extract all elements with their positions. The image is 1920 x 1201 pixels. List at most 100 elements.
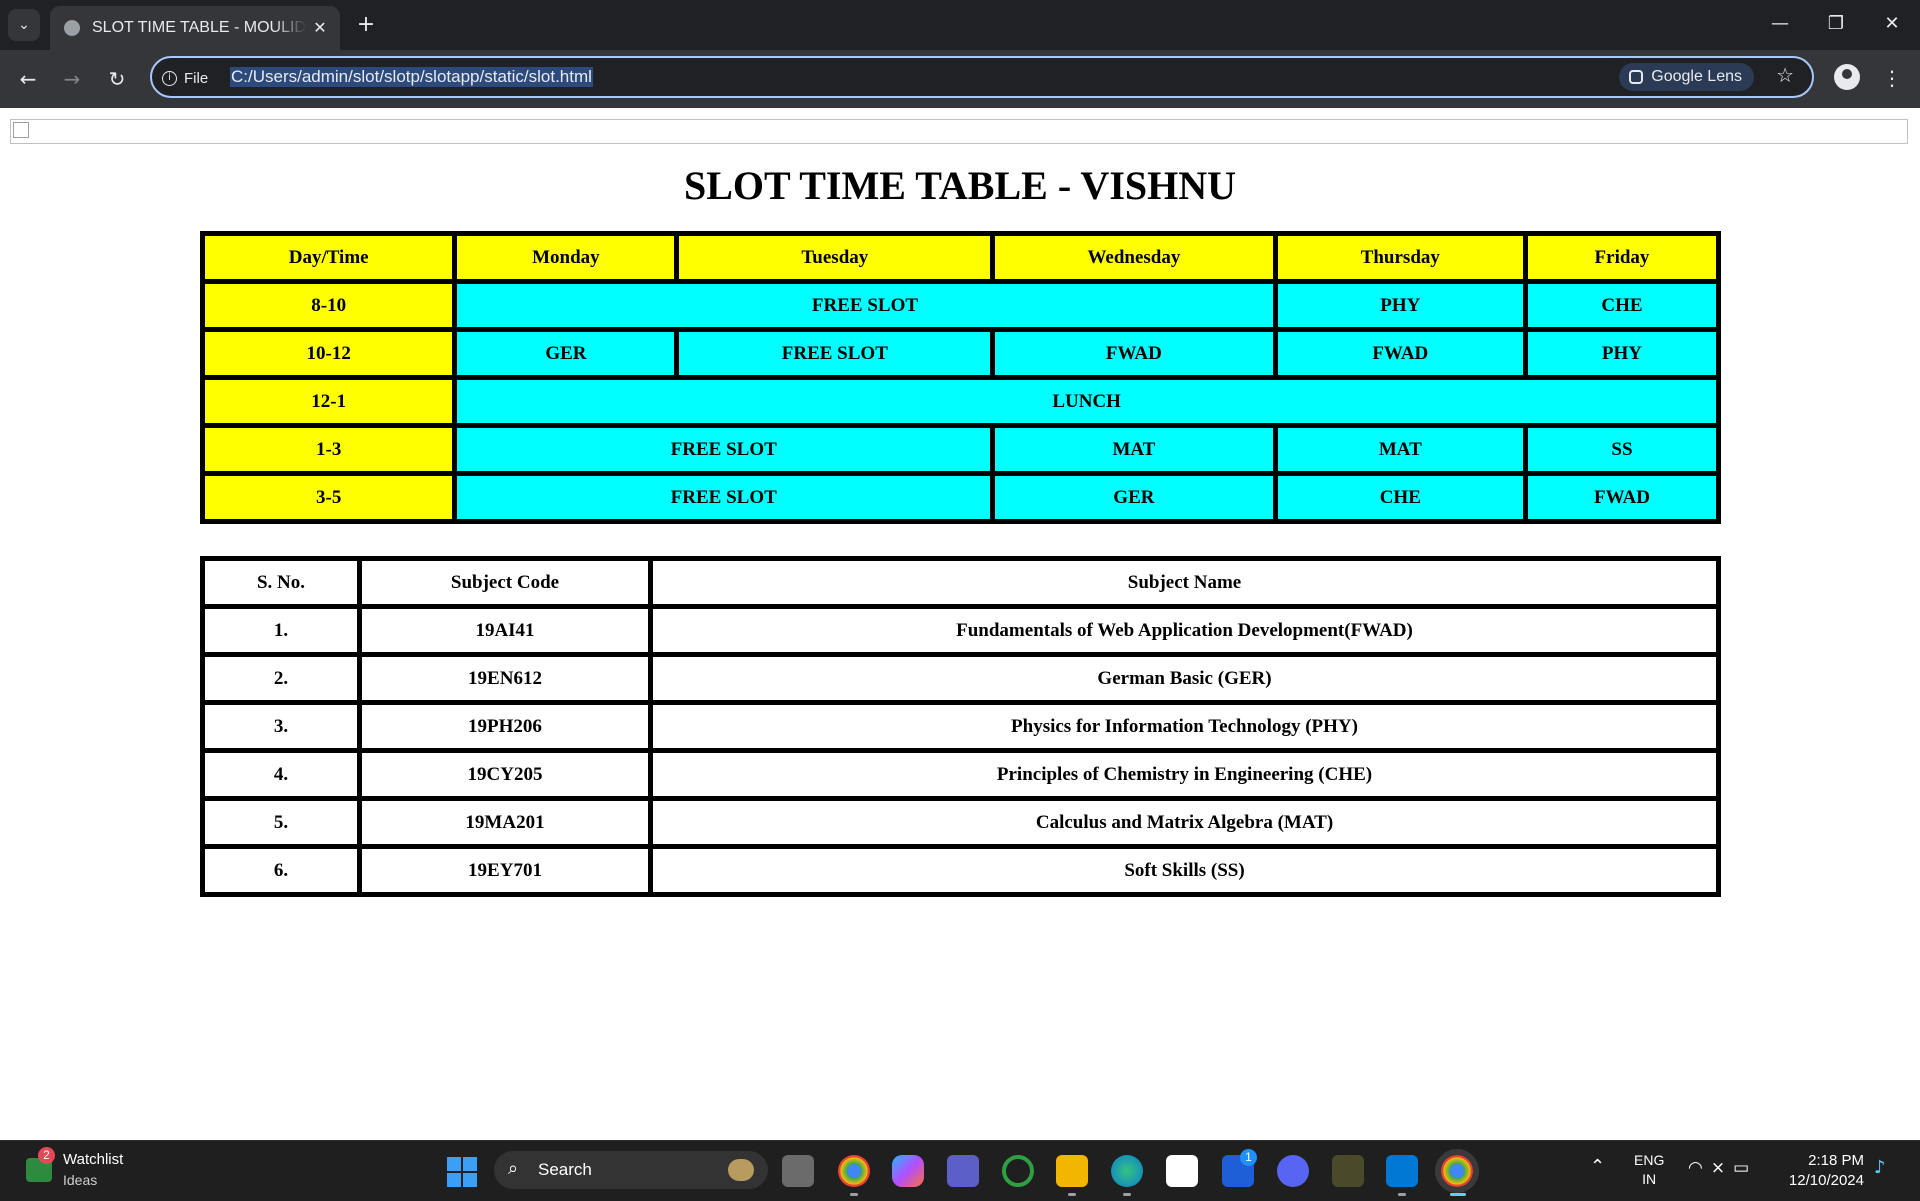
active-indicator: [1450, 1193, 1466, 1196]
subject-name-cell: Principles of Chemistry in Engineering (…: [653, 753, 1716, 796]
subject-code-cell: 19AI41: [362, 609, 648, 652]
google-lens-button[interactable]: Google Lens: [1619, 63, 1754, 91]
file-explorer-icon[interactable]: [1056, 1155, 1088, 1187]
header-day-time: Day/Time: [205, 236, 453, 279]
slot-cell: CHE: [1527, 284, 1716, 327]
header-subject-code: Subject Code: [362, 561, 648, 604]
subjects-table: S. No. Subject Code Subject Name 1. 19AI…: [200, 556, 1721, 897]
profile-avatar-icon[interactable]: [1834, 64, 1860, 90]
language-code: ENG: [1634, 1152, 1665, 1168]
timetable-row: 3-5 FREE SLOT GER CHE FWAD: [205, 476, 1716, 519]
lens-icon: [1629, 70, 1644, 84]
new-tab-button[interactable]: +: [352, 12, 380, 40]
google-lens-label: Google Lens: [1651, 68, 1742, 85]
restore-icon[interactable]: ❐: [1808, 0, 1864, 50]
header-tuesday: Tuesday: [679, 236, 991, 279]
clock-time: 2:18 PM: [1808, 1152, 1864, 1169]
subject-code-cell: 19PH206: [362, 705, 648, 748]
chrome-icon[interactable]: [838, 1155, 870, 1187]
edge-icon[interactable]: [1111, 1155, 1143, 1187]
url-text[interactable]: C:/Users/admin/slot/slotp/slotapp/static…: [230, 67, 593, 87]
reload-icon[interactable]: ↻: [101, 63, 133, 95]
serial-number-cell: 2.: [205, 657, 357, 700]
slot-cell: FREE SLOT: [679, 332, 991, 375]
forward-icon[interactable]: →: [56, 63, 88, 95]
broken-image: [10, 119, 1908, 144]
windows-start-icon[interactable]: [447, 1157, 477, 1187]
language-region: IN: [1642, 1171, 1657, 1187]
slot-cell: GER: [995, 476, 1273, 519]
back-icon[interactable]: ←: [12, 63, 44, 95]
header-subject-name: Subject Name: [653, 561, 1716, 604]
subject-name-cell: Calculus and Matrix Algebra (MAT): [653, 801, 1716, 844]
globe-icon: [64, 20, 80, 36]
teams-icon[interactable]: [947, 1155, 979, 1187]
header-thursday: Thursday: [1277, 236, 1523, 279]
time-cell: 10-12: [205, 332, 453, 375]
bookmark-star-icon[interactable]: ☆: [1776, 63, 1794, 87]
close-window-icon[interactable]: ✕: [1864, 0, 1920, 50]
timetable-row: 12-1 LUNCH: [205, 380, 1716, 423]
search-highlight-icon: [728, 1159, 754, 1181]
widget-title: Watchlist: [63, 1151, 124, 1168]
running-indicator: [1123, 1193, 1131, 1196]
serial-number-cell: 3.: [205, 705, 357, 748]
slot-cell: GER: [457, 332, 675, 375]
subject-row: 1. 19AI41 Fundamentals of Web Applicatio…: [205, 609, 1716, 652]
serial-number-cell: 6.: [205, 849, 357, 892]
subject-code-cell: 19MA201: [362, 801, 648, 844]
time-cell: 3-5: [205, 476, 453, 519]
notification-bell-icon[interactable]: ♪: [1874, 1157, 1886, 1178]
store-icon[interactable]: [1166, 1155, 1198, 1187]
subject-row: 2. 19EN612 German Basic (GER): [205, 657, 1716, 700]
subjects-header-row: S. No. Subject Code Subject Name: [205, 561, 1716, 604]
clock-date: 12/10/2024: [1788, 1172, 1864, 1189]
browser-menu-icon[interactable]: ⋮: [1880, 63, 1904, 95]
subject-code-cell: 19EY701: [362, 849, 648, 892]
arc-icon[interactable]: [1277, 1155, 1309, 1187]
slot-cell: MAT: [995, 428, 1273, 471]
time-cell: 12-1: [205, 380, 453, 423]
timetable-row: 1-3 FREE SLOT MAT MAT SS: [205, 428, 1716, 471]
browser-toolbar: ← → ↻ i File C:/Users/admin/slot/slotp/s…: [0, 50, 1920, 108]
subject-code-cell: 19EN612: [362, 657, 648, 700]
broken-image-icon: [13, 122, 29, 138]
outlook-badge: 1: [1240, 1149, 1257, 1166]
site-info-label: File: [184, 69, 209, 87]
language-indicator[interactable]: ENG IN: [1634, 1151, 1664, 1189]
page-title: SLOT TIME TABLE - VISHNU: [683, 163, 1237, 208]
slot-cell: PHY: [1277, 284, 1523, 327]
clock[interactable]: 2:18 PM 12/10/2024: [1786, 1151, 1864, 1191]
vscode-icon[interactable]: [1386, 1155, 1418, 1187]
slot-cell: FWAD: [1527, 476, 1716, 519]
time-cell: 1-3: [205, 428, 453, 471]
site-info-chip[interactable]: i File: [162, 66, 208, 90]
timetable-row: 10-12 GER FREE SLOT FWAD FWAD PHY: [205, 332, 1716, 375]
header-monday: Monday: [457, 236, 675, 279]
mw-app-icon[interactable]: [1332, 1155, 1364, 1187]
refresh-app-icon[interactable]: [1002, 1155, 1034, 1187]
copilot-icon[interactable]: [892, 1155, 924, 1187]
browser-tab-strip: ⌄ SLOT TIME TABLE - MOULIDHARAN ✕ + — ❐ …: [0, 0, 1920, 50]
taskbar-search-box[interactable]: ⌕ Search: [494, 1151, 768, 1189]
subject-name-cell: German Basic (GER): [653, 657, 1716, 700]
tab-search-dropdown-icon[interactable]: ⌄: [8, 9, 40, 41]
serial-number-cell: 5.: [205, 801, 357, 844]
widget-badge: 2: [38, 1147, 55, 1164]
minimize-icon[interactable]: —: [1752, 0, 1808, 50]
task-view-icon[interactable]: [782, 1155, 814, 1187]
tray-overflow-icon[interactable]: ⌃: [1590, 1156, 1605, 1177]
browser-tab-active[interactable]: SLOT TIME TABLE - MOULIDHARAN ✕: [50, 6, 340, 50]
chrome-active-icon[interactable]: [1435, 1149, 1479, 1193]
slot-cell: LUNCH: [457, 380, 1716, 423]
slot-cell: MAT: [1277, 428, 1523, 471]
serial-number-cell: 4.: [205, 753, 357, 796]
subject-row: 4. 19CY205 Principles of Chemistry in En…: [205, 753, 1716, 796]
slot-cell: FWAD: [1277, 332, 1523, 375]
tray-status-icons[interactable]: ◠⨯▭: [1688, 1158, 1757, 1178]
tab-close-icon[interactable]: ✕: [306, 18, 334, 38]
tab-title: SLOT TIME TABLE - MOULIDHARAN: [92, 19, 306, 36]
serial-number-cell: 1.: [205, 609, 357, 652]
taskbar: 2 Watchlist Ideas ⌕ Search 1 ⌃ ENG IN ◠⨯…: [0, 1140, 1920, 1201]
address-bar[interactable]: i File C:/Users/admin/slot/slotp/slotapp…: [150, 56, 1814, 98]
